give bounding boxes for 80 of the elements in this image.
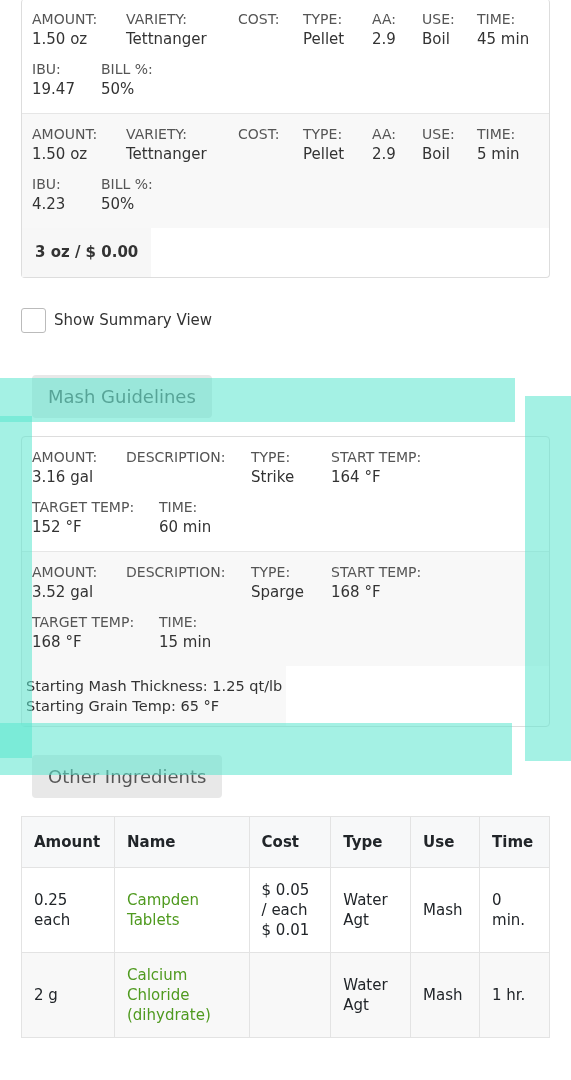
field-label: COST: [238, 10, 281, 29]
field-label: IBU: [32, 60, 62, 79]
checkbox-label: Show Summary View [54, 309, 213, 331]
field-label: IBU: [32, 175, 62, 194]
field-label: BILL %: [101, 60, 154, 79]
column-header: Type [330, 816, 411, 868]
field-label: AMOUNT: [32, 125, 99, 144]
field-label: AA: [372, 10, 397, 29]
field-value: 152 °F [32, 516, 83, 537]
field-value: 60 min [159, 516, 212, 537]
note-text: Starting Mash Thickness: 1.25 qt/lb [26, 676, 283, 696]
table-cell: 0.25 each [21, 867, 115, 953]
table-cell: Mash [410, 867, 480, 953]
field-label: AA: [372, 125, 397, 144]
field-value: 2.9 [372, 29, 397, 49]
field-label: TARGET TEMP: [32, 497, 136, 517]
section-header: Other Ingredients [32, 754, 223, 798]
field-label: TIME: [477, 125, 517, 144]
table-cell: Water Agt [330, 952, 411, 1038]
table-cell: 2 g [21, 952, 115, 1038]
field-label: TYPE: [251, 562, 292, 582]
field-value: Sparge [251, 581, 305, 602]
field-label: AMOUNT: [32, 10, 99, 29]
field-value: 1.50 oz [32, 144, 89, 164]
field-value: Tettnanger [126, 144, 208, 164]
field-label: TYPE: [251, 447, 292, 467]
field-label: TIME: [477, 10, 517, 29]
field-value: 168 °F [331, 581, 382, 602]
cost-text: $ 0.05 / each [261, 880, 311, 920]
column-header: Amount [21, 816, 115, 868]
field-value: 4.23 [32, 194, 67, 214]
field-label: COST: [238, 125, 281, 144]
field-label: TARGET TEMP: [32, 612, 136, 632]
column-header: Cost [249, 816, 331, 868]
field-value: Tettnanger [126, 29, 208, 49]
table-cell: 0 min. [479, 867, 550, 953]
section-header: Mash Guidelines [32, 374, 212, 418]
field-value: 50% [101, 79, 136, 99]
field-label: START TEMP: [331, 562, 422, 582]
field-label: BILL %: [101, 175, 154, 194]
field-label: TIME: [159, 497, 199, 517]
column-header: Name [114, 816, 250, 868]
cost-text: $ 0.01 [261, 920, 311, 940]
field-value: 19.47 [32, 79, 76, 99]
field-label: DESCRIPTION: [126, 447, 227, 467]
note-text: Starting Grain Temp: 65 °F [26, 696, 221, 716]
field-value: 2.9 [372, 144, 397, 164]
field-label: AMOUNT: [32, 447, 99, 467]
column-header: Time [479, 816, 550, 868]
ingredient-link[interactable]: Campden Tablets [126, 890, 237, 930]
field-label: VARIETY: [126, 125, 188, 144]
field-value: Boil [422, 144, 451, 164]
field-value: 5 min [477, 144, 520, 164]
checkbox[interactable] [21, 307, 46, 333]
field-value: 164 °F [331, 466, 382, 487]
table-cell: Water Agt [330, 867, 411, 953]
column-header: Use [410, 816, 480, 868]
field-label: USE: [422, 125, 456, 144]
field-label: DESCRIPTION: [126, 562, 227, 582]
field-value: 50% [101, 194, 136, 214]
field-value: Pellet [303, 29, 346, 49]
field-value: 45 min [477, 29, 530, 49]
field-value: 168 °F [32, 631, 83, 652]
field-value: Pellet [303, 144, 346, 164]
field-label: USE: [422, 10, 456, 29]
field-value: Boil [422, 29, 451, 49]
total-summary: 3 oz / $ 0.00 [22, 228, 152, 277]
field-value: 3.52 gal [32, 581, 95, 602]
field-label: TYPE: [303, 125, 344, 144]
field-value: Strike [251, 466, 296, 487]
field-label: TYPE: [303, 10, 344, 29]
table-cell: Mash [410, 952, 480, 1038]
field-value: 1.50 oz [32, 29, 89, 49]
table-cell: 1 hr. [479, 952, 550, 1038]
field-value: 3.16 gal [32, 466, 95, 487]
field-label: START TEMP: [331, 447, 422, 467]
field-label: AMOUNT: [32, 562, 99, 582]
field-label: VARIETY: [126, 10, 188, 29]
field-value: 15 min [159, 631, 212, 652]
field-label: TIME: [159, 612, 199, 632]
